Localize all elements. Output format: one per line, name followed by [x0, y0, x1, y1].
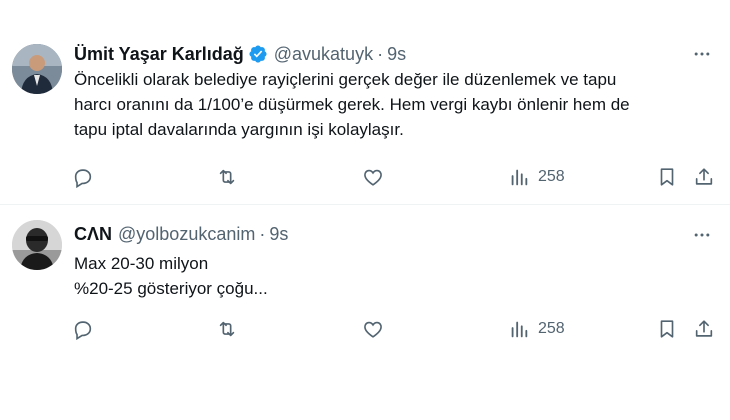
share-button[interactable]: [693, 314, 715, 344]
reply-icon: [74, 321, 92, 340]
retweet-icon: [219, 169, 235, 185]
views-count: 258: [538, 320, 565, 337]
tweet-header: CΛN @yolbozukcanim · 9s: [74, 223, 288, 245]
like-button[interactable]: [362, 162, 384, 192]
share-icon: [695, 320, 713, 337]
views-button[interactable]: 258: [508, 162, 565, 192]
tweet-text-line: harcı oranını da 1/100’e düşürmek gerek.…: [74, 95, 630, 114]
timestamp[interactable]: 9s: [269, 224, 288, 245]
views-icon: [511, 321, 528, 338]
like-icon: [364, 169, 382, 186]
retweet-button[interactable]: [216, 314, 238, 344]
author-handle[interactable]: @yolbozukcanim: [118, 224, 255, 245]
tweet-actions: 258: [66, 162, 726, 192]
tweet-actions: 258: [66, 314, 726, 344]
views-button[interactable]: 258: [508, 314, 565, 344]
tweet-text: Max 20-30 milyon %20-25 gösteriyor çoğu.…: [74, 251, 714, 301]
views-icon: [511, 169, 528, 186]
bookmark-button[interactable]: [656, 314, 678, 344]
reply-button[interactable]: [72, 314, 94, 344]
bookmark-button[interactable]: [656, 162, 678, 192]
author-name[interactable]: CΛN: [74, 224, 112, 245]
tweet[interactable]: Ümit Yaşar Karlıdağ @avukatuyk · 9s Önce…: [0, 0, 730, 205]
tweet-text-line: Öncelikli olarak belediye rayiçlerini ge…: [74, 70, 617, 89]
verified-badge-icon: [248, 44, 268, 64]
separator-dot: ·: [259, 223, 266, 244]
like-button[interactable]: [362, 314, 384, 344]
tweet-text-line: %20-25 gösteriyor çoğu...: [74, 279, 268, 298]
tweet-text-line: tapu iptal davalarında yargının işi kola…: [74, 120, 404, 139]
retweet-button[interactable]: [216, 162, 238, 192]
retweet-icon: [219, 321, 235, 337]
reply-button[interactable]: [72, 162, 94, 192]
share-icon: [695, 168, 713, 185]
bookmark-icon: [660, 320, 674, 338]
author-handle[interactable]: @avukatuyk: [274, 44, 373, 65]
tweet-text: Öncelikli olarak belediye rayiçlerini ge…: [74, 67, 714, 142]
reply-icon: [74, 169, 92, 188]
like-icon: [364, 321, 382, 338]
timestamp[interactable]: 9s: [387, 44, 406, 65]
separator-dot: ·: [377, 43, 384, 64]
share-button[interactable]: [693, 162, 715, 192]
more-icon[interactable]: [690, 224, 714, 246]
avatar[interactable]: [12, 220, 62, 270]
bookmark-icon: [660, 168, 674, 186]
tweet-text-line: Max 20-30 milyon: [74, 254, 209, 273]
more-icon[interactable]: [690, 43, 714, 65]
tweet[interactable]: CΛN @yolbozukcanim · 9s Max 20-30 milyon…: [0, 206, 730, 356]
tweet-header: Ümit Yaşar Karlıdağ @avukatuyk · 9s: [74, 43, 406, 65]
avatar[interactable]: [12, 44, 62, 94]
views-count: 258: [538, 168, 565, 185]
author-name[interactable]: Ümit Yaşar Karlıdağ: [74, 44, 244, 65]
